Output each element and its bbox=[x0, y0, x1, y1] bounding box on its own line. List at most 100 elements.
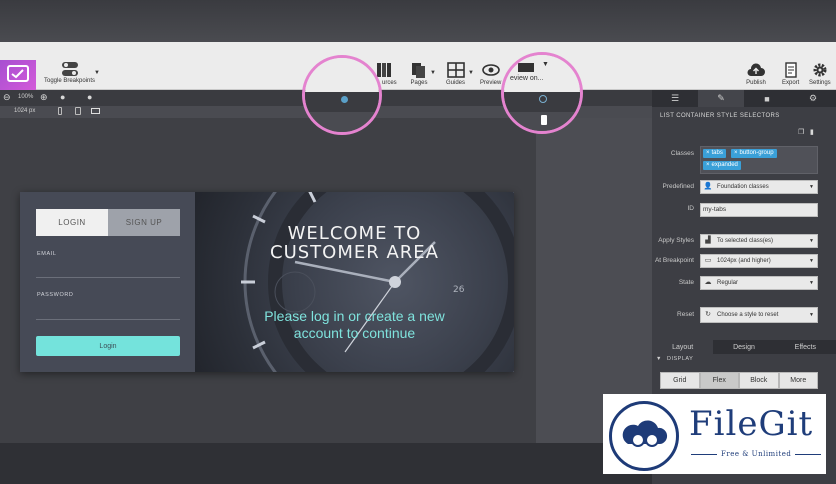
chevron-down-icon: ▼ bbox=[656, 356, 662, 362]
guides-button[interactable]: Guides bbox=[446, 62, 465, 86]
tab-effects-section[interactable]: Effects bbox=[775, 340, 836, 354]
state-label: State bbox=[678, 279, 694, 286]
app-logo[interactable] bbox=[0, 60, 36, 90]
chevron-down-icon: ▼ bbox=[809, 238, 814, 244]
chevron-down-icon: ▼ bbox=[809, 312, 814, 318]
publish-button[interactable]: Publish bbox=[746, 62, 766, 86]
pages-icon bbox=[412, 63, 425, 78]
cursor-icon: ☁ bbox=[704, 279, 712, 286]
login-form-panel: LOGIN SIGN UP EMAIL PASSWORD Login bbox=[20, 192, 195, 372]
paint-roller-icon: ▟ bbox=[705, 237, 711, 244]
filegit-watermark: FileGit Free & Unlimited bbox=[603, 394, 826, 474]
zoom-in-icon[interactable]: ⊕ bbox=[40, 92, 48, 103]
phone-icon[interactable] bbox=[58, 107, 62, 115]
watermark-tagline: Free & Unlimited bbox=[721, 450, 792, 458]
class-chip[interactable]: × tabs bbox=[703, 149, 726, 158]
chevron-down-icon: ▼ bbox=[542, 61, 549, 68]
id-input[interactable]: my-tabs bbox=[700, 203, 818, 217]
copy-icon[interactable]: ❐ bbox=[798, 128, 804, 136]
tab-layout-section[interactable]: Layout bbox=[652, 340, 714, 354]
toggle-icon bbox=[61, 62, 78, 76]
export-button[interactable]: Export bbox=[782, 62, 799, 86]
svg-text:26: 26 bbox=[453, 285, 465, 295]
ring-indicator bbox=[539, 95, 547, 103]
subtitle-line-2: account to continue bbox=[293, 325, 416, 341]
password-label: PASSWORD bbox=[37, 292, 74, 298]
trash-icon[interactable]: ▮ bbox=[810, 128, 814, 136]
email-field[interactable] bbox=[36, 277, 180, 278]
state-select[interactable]: ☁ Regular ▼ bbox=[700, 276, 818, 290]
gear-icon bbox=[813, 63, 827, 77]
cloud-upload-icon bbox=[747, 63, 765, 76]
reset-select[interactable]: ↻ Choose a style to reset ▼ bbox=[700, 307, 818, 323]
predefined-select[interactable]: 👤 Foundation classes ▼ bbox=[700, 180, 818, 194]
remove-icon[interactable]: × bbox=[706, 150, 710, 156]
slider-handle[interactable] bbox=[541, 115, 547, 125]
chevron-down-icon: ▼ bbox=[809, 184, 814, 190]
preview-label: Preview bbox=[480, 80, 502, 86]
display-flex-button[interactable]: Flex bbox=[699, 372, 739, 389]
pages-button[interactable]: Pages bbox=[410, 62, 428, 86]
desktop-icon[interactable] bbox=[91, 108, 100, 114]
class-chip[interactable]: × expanded bbox=[703, 161, 741, 170]
remove-icon[interactable]: × bbox=[734, 150, 738, 156]
classes-field[interactable]: × tabs × button-group × expanded bbox=[700, 146, 818, 174]
breakpoint-select[interactable]: ▭ 1024px (and higher) ▼ bbox=[700, 254, 818, 268]
tab-login[interactable]: LOGIN bbox=[36, 209, 108, 236]
remove-icon[interactable]: × bbox=[706, 162, 710, 168]
display-options: Grid Flex Block More bbox=[660, 372, 818, 389]
eye-icon bbox=[481, 64, 500, 76]
class-chip[interactable]: × button-group bbox=[731, 149, 777, 158]
cloud-glasses-icon bbox=[622, 420, 668, 447]
viewport-width[interactable]: 1024 px bbox=[14, 108, 35, 114]
reset-label: Reset bbox=[677, 311, 694, 318]
chevron-down-icon[interactable]: ▼ bbox=[468, 70, 474, 76]
chevron-down-icon[interactable]: ▼ bbox=[430, 70, 436, 76]
watermark-name: FileGit bbox=[689, 404, 814, 444]
tab-design-section[interactable]: Design bbox=[713, 340, 774, 354]
settings-label: Settings bbox=[809, 80, 831, 86]
display-block-button[interactable]: Block bbox=[739, 372, 779, 389]
display-grid-button[interactable]: Grid bbox=[660, 372, 700, 389]
password-field[interactable] bbox=[36, 319, 180, 320]
tablet-icon[interactable] bbox=[75, 107, 81, 115]
main-toolbar: Toggle Breakpoints ▼ urces Pages ▼ Guide… bbox=[0, 42, 836, 90]
apply-styles-select[interactable]: ▟ To selected class(es) ▼ bbox=[700, 234, 818, 248]
gear-icon: ⚙ bbox=[808, 93, 818, 103]
tab-style[interactable]: ✎ bbox=[698, 90, 744, 107]
display-more-button[interactable]: More bbox=[778, 372, 818, 389]
filegit-logo bbox=[609, 401, 679, 471]
apply-styles-label: Apply Styles bbox=[658, 237, 694, 244]
tab-layout[interactable]: ■ bbox=[744, 90, 790, 107]
tab-settings[interactable]: ⚙ bbox=[790, 90, 836, 107]
panel-tabs: ☰ ✎ ■ ⚙ bbox=[652, 90, 836, 107]
login-card: LOGIN SIGN UP EMAIL PASSWORD Login 26 WE… bbox=[20, 192, 514, 372]
bottom-strip bbox=[0, 443, 652, 484]
guides-label: Guides bbox=[446, 80, 466, 86]
plus-circle-icon[interactable]: ● bbox=[87, 92, 92, 102]
magnifier-circle bbox=[302, 55, 382, 135]
login-button[interactable]: Login bbox=[36, 336, 180, 356]
settings-button[interactable]: Settings bbox=[809, 62, 831, 86]
toggle-breakpoints-button[interactable]: Toggle Breakpoints bbox=[44, 62, 95, 84]
id-label: ID bbox=[687, 205, 695, 212]
preview-button[interactable]: Preview bbox=[480, 62, 501, 86]
publish-label: Publish bbox=[746, 80, 766, 86]
minus-circle-icon[interactable]: ● bbox=[60, 92, 65, 102]
section-tabs: Layout Design Effects bbox=[652, 340, 836, 354]
tab-list[interactable]: ☰ bbox=[652, 90, 698, 107]
tab-signup[interactable]: SIGN UP bbox=[108, 209, 180, 236]
preview-on-label: eview on... bbox=[510, 75, 544, 82]
display-section-header[interactable]: ▼ DISPLAY bbox=[656, 356, 693, 362]
chevron-down-icon[interactable]: ▼ bbox=[94, 70, 100, 76]
resources-label: urces bbox=[382, 80, 397, 86]
grid-icon bbox=[446, 62, 465, 78]
app-window: Toggle Breakpoints ▼ urces Pages ▼ Guide… bbox=[0, 0, 836, 484]
classes-label: Classes bbox=[670, 150, 694, 157]
magnifier-circle: ▼ eview on... bbox=[501, 52, 583, 134]
pages-label: Pages bbox=[410, 80, 428, 86]
zoom-out-icon[interactable]: ⊖ bbox=[3, 92, 11, 103]
breakpoint-label: At Breakpoint bbox=[654, 257, 694, 264]
welcome-subtitle: Please log in or create a new account to… bbox=[245, 308, 464, 342]
export-label: Export bbox=[782, 80, 800, 86]
